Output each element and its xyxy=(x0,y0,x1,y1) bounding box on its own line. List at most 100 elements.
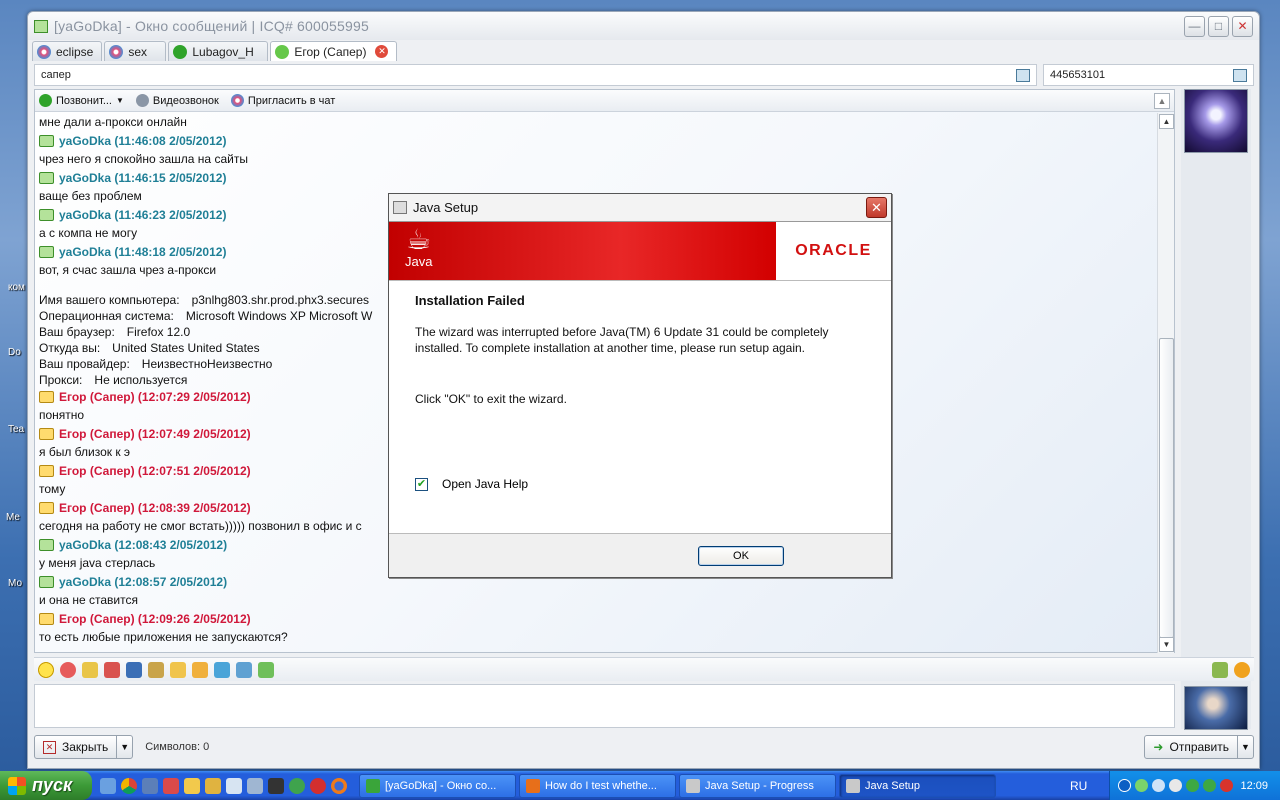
message-text: мне дали а-прокси онлайн xyxy=(39,115,187,129)
proxy-info-value: United States United States xyxy=(112,340,260,355)
scroll-up-icon[interactable]: ▲ xyxy=(1159,114,1174,129)
contact-card-icon[interactable] xyxy=(1233,68,1247,82)
tray-arrow-icon[interactable] xyxy=(1118,779,1132,792)
taskbar-button[interactable]: [yaGoDka] - Окно со... xyxy=(359,773,516,798)
folders-icon[interactable] xyxy=(192,661,208,678)
chat-scrollbar[interactable]: ▲ ▼ xyxy=(1157,113,1174,653)
open-folder-icon[interactable] xyxy=(258,661,274,678)
taskbar-button[interactable]: Java Setup - Progress xyxy=(679,773,836,798)
tab-egor-saper[interactable]: Егор (Сапер) ✕ xyxy=(270,41,398,61)
java-setup-icon xyxy=(393,201,407,214)
exit-instruction: Click "OK" to exit the wizard. xyxy=(415,392,567,406)
char-count-caption: Символов: xyxy=(145,741,201,753)
call-button[interactable]: Позвонит... ▼ xyxy=(39,94,124,107)
contact-nick-field[interactable]: сапер xyxy=(34,64,1037,86)
save-icon[interactable] xyxy=(126,661,142,678)
security-tray-icon[interactable] xyxy=(1186,779,1200,792)
taskbar-button-label: [yaGoDka] - Окно со... xyxy=(385,779,497,792)
taskbar-button[interactable]: How do I test whethe... xyxy=(519,773,676,798)
contact-nick: сапер xyxy=(41,69,71,81)
java-setup-dialog: Java Setup ✕ ☕ Java ORACLE Installation … xyxy=(388,193,892,578)
scroll-down-icon[interactable]: ▼ xyxy=(1159,637,1174,652)
start-button[interactable]: пуск xyxy=(0,771,92,800)
network-tray-icon[interactable] xyxy=(1152,779,1166,792)
tools-icon[interactable] xyxy=(148,661,164,678)
own-status-icon xyxy=(39,134,54,147)
icq-tray-icon[interactable] xyxy=(1135,779,1149,792)
message-sender: yaGoDka (11:46:08 2/05/2012) xyxy=(59,133,227,148)
language-indicator[interactable]: RU xyxy=(1070,779,1087,793)
ok-button[interactable]: OK xyxy=(698,546,784,566)
proxy-info-key: Прокси: xyxy=(39,372,83,387)
icq-titlebar[interactable]: [yaGoDka] - Окно сообщений | ICQ# 600055… xyxy=(28,12,1259,40)
pencil-icon[interactable] xyxy=(205,777,221,794)
proxy-info-key: Имя вашего компьютера: xyxy=(39,292,180,307)
close-window-button[interactable]: ✕ xyxy=(1232,15,1253,37)
calc-icon[interactable] xyxy=(247,777,263,794)
collapse-icon[interactable]: ▲ xyxy=(1154,92,1170,109)
maximize-button[interactable]: □ xyxy=(1208,15,1229,37)
resize-icon[interactable] xyxy=(236,661,252,678)
image-icon[interactable] xyxy=(214,661,230,678)
proxy-info-key: Ваш провайдер: xyxy=(39,356,130,371)
close-tab-icon[interactable]: ✕ xyxy=(375,45,389,58)
char-count-value: 0 xyxy=(203,741,210,753)
chrome-icon[interactable] xyxy=(121,777,137,794)
chevron-down-icon[interactable]: ▼ xyxy=(1237,736,1253,758)
app-icon[interactable] xyxy=(163,777,179,794)
contact-status-icon xyxy=(39,612,54,625)
call-label: Позвонит... xyxy=(56,94,112,107)
message-sender: Егор (Сапер) (12:07:49 2/05/2012) xyxy=(59,426,251,441)
clock: 12:09 xyxy=(1240,779,1268,792)
open-java-help-option[interactable]: ✔ Open Java Help xyxy=(415,477,528,491)
invite-label: Пригласить в чат xyxy=(247,94,336,107)
firefox-icon[interactable] xyxy=(331,777,347,794)
close-icon[interactable]: ✕ xyxy=(866,197,887,218)
phone-icon xyxy=(39,94,52,107)
taskbar-button[interactable]: Java Setup xyxy=(839,773,996,798)
send-button[interactable]: ➜ Отправить ▼ xyxy=(1144,735,1254,759)
message-sender: Егор (Сапер) (12:08:39 2/05/2012) xyxy=(59,500,251,515)
pencil-icon[interactable] xyxy=(184,777,200,794)
update-tray-icon[interactable] xyxy=(1203,779,1217,792)
network-icon[interactable] xyxy=(142,777,158,794)
smiley-icon[interactable] xyxy=(38,661,54,678)
tab-lubagov[interactable]: Lubagov_H xyxy=(168,41,269,61)
scroll-thumb[interactable] xyxy=(1159,338,1174,638)
minimize-button[interactable]: — xyxy=(1184,15,1205,37)
opera-icon[interactable] xyxy=(310,777,326,794)
send-file-icon[interactable] xyxy=(82,661,98,678)
doc-icon[interactable] xyxy=(226,777,242,794)
desktop-label: Do xyxy=(8,347,21,358)
tab-eclipse[interactable]: eclipse xyxy=(32,41,103,61)
globe-icon[interactable] xyxy=(289,777,305,794)
calendar-icon[interactable] xyxy=(104,661,120,678)
java-titlebar[interactable]: Java Setup ✕ xyxy=(389,194,891,221)
message-input[interactable] xyxy=(34,684,1175,728)
invite-to-chat-button[interactable]: Пригласить в чат xyxy=(230,94,336,107)
tab-sex[interactable]: sex xyxy=(104,41,167,61)
wink-icon[interactable] xyxy=(60,661,76,678)
bottom-bar: ✕ Закрыть ▼ Символов: 0 ➜ Отправить ▼ xyxy=(34,734,1254,760)
message-text: чрез него я спокойно зашла на сайты xyxy=(39,152,248,166)
tab-label: sex xyxy=(128,44,148,59)
contact-status-icon xyxy=(39,390,54,403)
alert-tray-icon[interactable] xyxy=(1220,779,1234,792)
message-sender: yaGoDka (12:08:43 2/05/2012) xyxy=(59,537,228,552)
folder-icon[interactable] xyxy=(170,661,186,678)
java-logo: ☕ Java xyxy=(405,226,432,270)
flower-icon xyxy=(230,94,244,107)
open-java-help-checkbox[interactable]: ✔ xyxy=(415,477,428,491)
chevron-down-icon[interactable]: ▼ xyxy=(116,736,132,758)
spellcheck-icon[interactable] xyxy=(1212,661,1228,678)
contact-info-bar: сапер 445653101 xyxy=(34,64,1254,87)
keyboard-icon[interactable] xyxy=(268,777,284,794)
history-icon[interactable] xyxy=(1016,68,1030,82)
video-call-button[interactable]: Видеозвонок xyxy=(135,94,219,107)
settings-gear-icon[interactable] xyxy=(1234,661,1250,678)
contact-uin-field[interactable]: 445653101 xyxy=(1043,64,1254,86)
contact-tabs: eclipse sex Lubagov_H Егор (Сапер) ✕ xyxy=(28,40,1259,61)
volume-tray-icon[interactable] xyxy=(1169,779,1183,792)
close-chat-button[interactable]: ✕ Закрыть ▼ xyxy=(34,735,134,759)
show-desktop-icon[interactable] xyxy=(100,777,116,794)
